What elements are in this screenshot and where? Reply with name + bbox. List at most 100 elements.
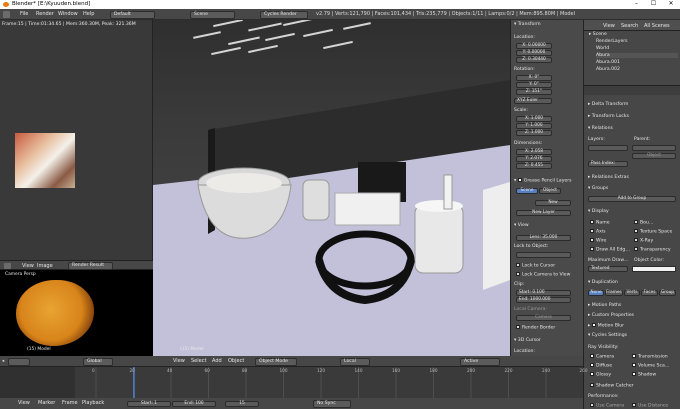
screen-layout-select[interactable]: Default	[110, 10, 155, 19]
clip-end-field[interactable]: End: 1000.000	[516, 297, 571, 303]
outliner-display-select[interactable]: All Scenes	[644, 23, 670, 29]
menu-help[interactable]: Help	[83, 9, 94, 20]
global-orientation-select[interactable]: Global	[83, 358, 113, 366]
display-texspace-checkbox[interactable]: Texture Space	[634, 229, 672, 235]
camera-field[interactable]: Camera	[516, 315, 571, 321]
ray-glossy-checkbox[interactable]: Glossy	[590, 372, 611, 378]
dup-frames-tab[interactable]: Frames	[605, 290, 623, 296]
parent-type-field[interactable]: Object	[632, 153, 676, 159]
timeline-playback-menu[interactable]: Playback	[82, 398, 104, 409]
end-frame-field[interactable]: End: 100	[172, 400, 216, 407]
ray-diffuse-checkbox[interactable]: Diffuse	[590, 363, 612, 369]
max-draw-select[interactable]: Textured	[588, 266, 628, 272]
outliner-item-abura[interactable]: Abura	[596, 53, 678, 58]
viewport-object-menu[interactable]: Object	[228, 356, 244, 367]
image-slot-select[interactable]: Render Result	[68, 262, 113, 270]
outliner-item-renderlayers[interactable]: RenderLayers	[596, 39, 628, 44]
dimension-y-field[interactable]: Y: 2.076	[516, 156, 552, 162]
ray-shadow-checkbox[interactable]: Shadow	[632, 372, 656, 378]
layer-grid[interactable]	[588, 145, 628, 151]
new-layer-button[interactable]: New Layer	[516, 210, 571, 216]
location-y-field[interactable]: Y: 0.00000	[516, 50, 552, 56]
properties-tabs[interactable]	[584, 85, 680, 95]
display-panel[interactable]: ▾ Display	[588, 209, 609, 214]
display-alledges-checkbox[interactable]: Draw All Edg…	[590, 247, 630, 253]
sync-mode-select[interactable]: No Sync	[313, 399, 351, 408]
motion-blur-panel[interactable]: ▸ Motion Blur	[588, 323, 624, 329]
scale-z-field[interactable]: Z: 1.000	[516, 130, 552, 136]
object-mode-select[interactable]: Object Mode	[255, 358, 297, 366]
location-z-field[interactable]: Z: 0.30440	[516, 57, 552, 63]
dimension-z-field[interactable]: Z: 0.455	[516, 163, 552, 169]
transform-header[interactable]: ▾ Transform	[514, 22, 541, 27]
dup-verts-tab[interactable]: Verts	[624, 290, 640, 296]
viewport-add-menu[interactable]: Add	[212, 356, 222, 367]
dup-group-tab[interactable]: Group	[659, 290, 676, 296]
editor-type-icon[interactable]	[4, 263, 11, 269]
start-frame-field[interactable]: Start: 1	[127, 400, 171, 407]
motion-paths-panel[interactable]: ▸ Motion Paths	[588, 303, 621, 308]
use-camera-checkbox[interactable]: Use Camera	[590, 403, 624, 409]
display-transparency-checkbox[interactable]: Transparency	[634, 247, 671, 253]
display-xray-checkbox[interactable]: X-Ray	[634, 238, 653, 244]
display-bounds-checkbox[interactable]: Bou…	[634, 220, 653, 226]
transform-orientation-select[interactable]: Local	[340, 358, 370, 366]
display-name-checkbox[interactable]: Name	[590, 220, 610, 226]
timeline-marker-menu[interactable]: Marker	[38, 398, 55, 409]
shadow-catcher-checkbox[interactable]: Shadow Catcher	[590, 383, 634, 389]
ray-camera-checkbox[interactable]: Camera	[590, 354, 614, 360]
render-border-checkbox[interactable]: Render Border	[516, 325, 555, 331]
menu-file[interactable]: File	[20, 9, 28, 20]
custom-props-panel[interactable]: ▸ Custom Properties	[588, 313, 634, 318]
new-gpencil-button[interactable]: New	[535, 200, 571, 206]
lock-cursor-checkbox[interactable]: Lock to Cursor	[516, 263, 555, 269]
scale-y-field[interactable]: Y: 1.000	[516, 123, 552, 129]
transform-locks-panel[interactable]: ▸ Transform Locks	[588, 114, 629, 119]
current-frame-field[interactable]: 15	[225, 400, 259, 407]
parent-field[interactable]	[632, 145, 676, 151]
outliner-item-abura-001[interactable]: Abura.001	[596, 60, 620, 65]
duplication-panel[interactable]: ▾ Duplication	[588, 280, 618, 285]
cursor-header[interactable]: ▾ 3D Cursor	[514, 338, 541, 343]
relations-extras-panel[interactable]: ▸ Relations Extras	[588, 175, 629, 180]
menu-render[interactable]: Render	[36, 9, 54, 20]
outliner-item-world[interactable]: World	[596, 46, 609, 51]
ray-volume-checkbox[interactable]: Volume Sca…	[632, 363, 669, 369]
outliner-item-abura-002[interactable]: Abura.002	[596, 67, 620, 72]
rotation-x-field[interactable]: X: 0°	[516, 75, 552, 81]
relations-panel[interactable]: ▾ Relations	[588, 126, 613, 131]
menu-window[interactable]: Window	[58, 9, 78, 20]
editor-type-icon[interactable]	[3, 11, 10, 18]
render-engine-select[interactable]: Cycles Render	[260, 10, 308, 19]
lock-camera-checkbox[interactable]: Lock Camera to View	[516, 272, 570, 278]
scale-x-field[interactable]: X: 1.000	[516, 116, 552, 122]
layer-mode-select[interactable]: Active	[460, 358, 500, 366]
lens-field[interactable]: Lens: 35.000	[516, 235, 571, 241]
viewport-select-menu[interactable]: Select	[191, 356, 206, 367]
object-color-swatch[interactable]	[632, 266, 676, 272]
grease-pencil-header[interactable]: ▾ Grease Pencil Layers	[514, 178, 572, 184]
clip-start-field[interactable]: Start: 0.100	[516, 290, 571, 296]
rotation-y-field[interactable]: Y: 0°	[516, 82, 552, 88]
scene-select[interactable]: Scene	[190, 10, 235, 19]
view-header[interactable]: ▾ View	[514, 223, 529, 228]
minimize-button[interactable]: –	[628, 0, 645, 9]
delta-transform-panel[interactable]: ▸ Delta Transform	[588, 102, 628, 107]
object-tab[interactable]: Object	[539, 188, 561, 194]
groups-panel[interactable]: ▾ Groups	[588, 186, 608, 191]
use-distance-checkbox[interactable]: Use Distance	[632, 403, 668, 409]
timeline-frame-menu[interactable]: Frame	[62, 398, 78, 409]
dimension-x-field[interactable]: X: 2.058	[516, 149, 552, 155]
dup-faces-tab[interactable]: Faces	[641, 290, 658, 296]
ray-transmission-checkbox[interactable]: Transmission	[632, 354, 668, 360]
close-button[interactable]: ✕	[662, 0, 680, 9]
maximize-button[interactable]: ☐	[645, 0, 662, 9]
pass-index-field[interactable]: Pass Index:	[588, 161, 628, 167]
rotation-mode-select[interactable]: XYZ Euler	[514, 98, 552, 104]
outliner-view-menu[interactable]: View	[603, 23, 615, 29]
lock-object-field[interactable]	[516, 252, 571, 258]
location-x-field[interactable]: X: 0.00000	[516, 43, 552, 49]
pivot-select[interactable]	[8, 358, 30, 366]
display-axis-checkbox[interactable]: Axis	[590, 229, 606, 235]
scene-tab[interactable]: Scene	[516, 188, 538, 194]
